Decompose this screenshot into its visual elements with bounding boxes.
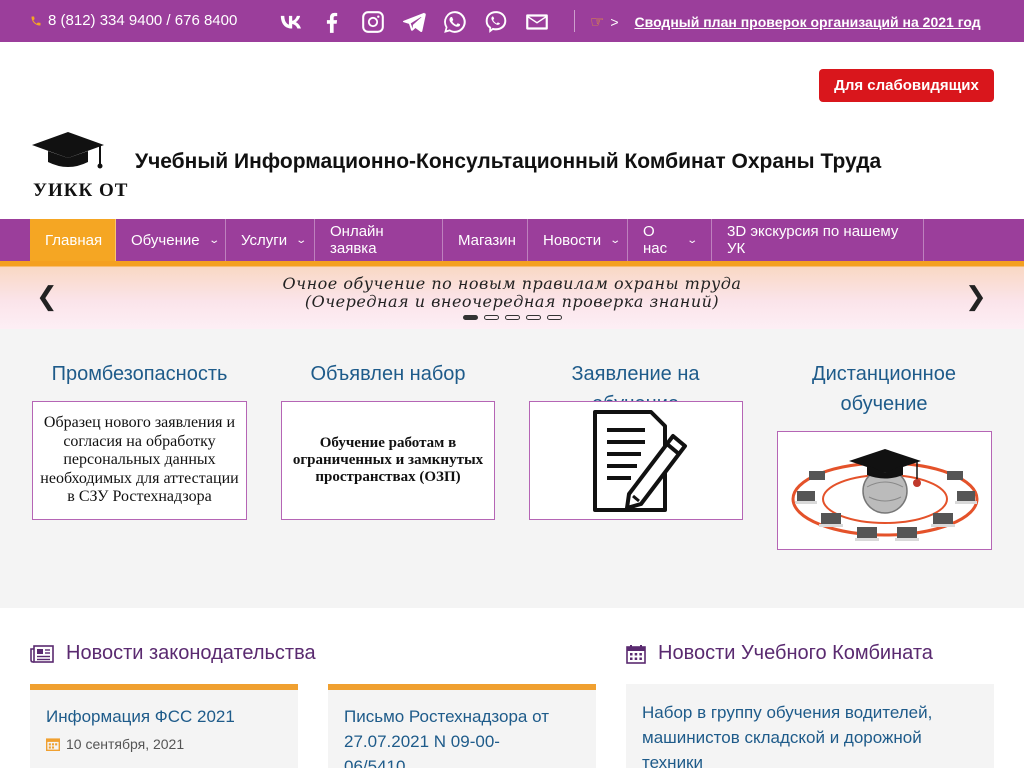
nav-online-request[interactable]: Онлайн заявка xyxy=(315,219,443,261)
newspaper-icon xyxy=(30,644,54,663)
law-news-heading-text: Новости законодательства xyxy=(66,642,316,664)
vk-icon[interactable] xyxy=(277,8,304,35)
slider-dot[interactable] xyxy=(484,315,499,320)
phone-number: 8 (812) 334 9400 / 676 8400 xyxy=(48,12,238,29)
news-title[interactable]: Письмо Ростехнадзора от 27.07.2021 N 09-… xyxy=(344,704,549,768)
news-date: 10 сентября, 2021 xyxy=(46,736,184,752)
hero-slider: ❮ Очное обучение по новым правилам охран… xyxy=(0,261,1024,329)
logo-text: УИКК ОТ xyxy=(33,180,129,201)
law-news-card[interactable]: Письмо Ростехнадзора от 27.07.2021 N 09-… xyxy=(328,684,596,768)
instagram-icon[interactable] xyxy=(359,8,386,35)
feature-card-application[interactable] xyxy=(529,401,743,520)
feature-title-line: Дистанционное xyxy=(812,363,956,385)
plan-block: ☞ > Сводный план проверок организаций на… xyxy=(590,12,981,32)
phone-icon xyxy=(31,16,41,25)
mail-icon[interactable] xyxy=(523,8,550,35)
chevron-down-icon: ⌄ xyxy=(685,234,698,246)
nav-shop[interactable]: Магазин xyxy=(443,219,528,261)
main-nav: Главная Обучение ⌄ Услуги ⌄ Онлайн заявка … xyxy=(0,219,1024,261)
top-bar: 8 (812) 334 9400 / 676 8400 ☞ > Сводный … xyxy=(0,0,1024,42)
uk-news-title[interactable]: Набор в группу обучения водителей, машин… xyxy=(642,700,972,768)
slider-dot[interactable] xyxy=(526,315,541,320)
feature-card-text: Обучение работам в ограниченных и замкну… xyxy=(292,435,484,485)
network-graduation-icon xyxy=(791,448,978,541)
nav-news[interactable]: Новости ⌄ xyxy=(528,219,628,261)
slider-dots xyxy=(463,315,562,320)
feature-title-enrollment[interactable]: Объявлен набор xyxy=(281,359,495,389)
telegram-icon[interactable] xyxy=(400,8,427,35)
nav-label: Онлайн заявка xyxy=(330,223,384,257)
nav-training[interactable]: Обучение ⌄ xyxy=(116,219,226,261)
nav-home[interactable]: Главная xyxy=(30,219,116,261)
chevron-down-icon: ⌄ xyxy=(207,234,220,246)
slider-next-arrow[interactable]: ❯ xyxy=(965,281,987,312)
site-title: Учебный Информационно-Консультационный К… xyxy=(135,150,882,173)
law-news-heading[interactable]: Новости законодательства xyxy=(30,642,316,665)
nav-label: О нас xyxy=(643,223,668,257)
nav-label: Обучение xyxy=(131,231,200,249)
separator xyxy=(574,10,575,32)
nav-label: Главная xyxy=(45,231,103,249)
uk-news-card[interactable]: Набор в группу обучения водителей, машин… xyxy=(626,684,994,768)
chevron-down-icon: ⌄ xyxy=(295,234,308,246)
features-section: Промбезопасность Образец нового заявлени… xyxy=(0,329,1024,608)
slide-line-1: Очное обучение по новым правилам охраны … xyxy=(282,274,742,293)
feature-card-distance-learning[interactable] xyxy=(777,431,992,550)
document-pen-icon xyxy=(593,409,687,512)
feature-card-industrial-safety[interactable]: Образец нового заявления и согласия на о… xyxy=(32,401,247,520)
inspection-plan-link[interactable]: Сводный план проверок организаций на 202… xyxy=(635,14,981,30)
viber-icon[interactable] xyxy=(482,8,509,35)
slide-line-2: (Очередная и внеочередная проверка знани… xyxy=(304,292,720,311)
plan-arrow: > xyxy=(610,14,619,30)
slider-dot[interactable] xyxy=(505,315,520,320)
nav-label: Услуги xyxy=(241,231,288,249)
slide-caption[interactable]: Очное обучение по новым правилам охраны … xyxy=(0,275,1024,311)
calendar-icon xyxy=(626,644,646,664)
nav-label: Новости xyxy=(543,231,602,249)
feature-card-text: Образец нового заявления и согласия на о… xyxy=(40,414,239,506)
pointing-hand-icon: ☞ xyxy=(590,14,605,31)
nav-label: Магазин xyxy=(458,231,516,249)
nav-3d-tour[interactable]: 3D экскурсия по нашему УК xyxy=(712,219,924,261)
nav-services[interactable]: Услуги ⌄ xyxy=(226,219,315,261)
phone-block[interactable]: 8 (812) 334 9400 / 676 8400 xyxy=(30,12,237,29)
nav-about[interactable]: О нас ⌄ xyxy=(628,219,712,261)
news-title-line: Письмо Ростехнадзора от xyxy=(344,707,549,726)
whatsapp-icon[interactable] xyxy=(441,8,468,35)
uk-news-heading-text: Новости Учебного Комбината xyxy=(658,642,933,664)
chevron-down-icon: ⌄ xyxy=(609,234,622,246)
slider-dot[interactable] xyxy=(547,315,562,320)
slider-dot[interactable] xyxy=(463,315,478,320)
uk-news-heading[interactable]: Новости Учебного Комбината xyxy=(626,642,933,665)
feature-card-enrollment[interactable]: Обучение работам в ограниченных и замкну… xyxy=(281,401,495,520)
feature-title-industrial-safety[interactable]: Промбезопасность xyxy=(32,359,247,389)
news-title-line: 27.07.2021 N 09-00- xyxy=(344,732,500,751)
accessibility-button[interactable]: Для слабовидящих xyxy=(819,69,994,102)
feature-title-line: обучение xyxy=(840,393,928,415)
news-title-line: 06/5410 xyxy=(344,757,406,768)
feature-title-distance-learning[interactable]: Дистанционное обучение xyxy=(777,359,991,419)
social-links xyxy=(277,8,550,35)
facebook-icon[interactable] xyxy=(318,8,345,35)
news-date-text: 10 сентября, 2021 xyxy=(66,736,185,752)
law-news-card[interactable]: Информация ФСС 2021 10 сентября, 2021 xyxy=(30,684,298,768)
nav-label: 3D экскурсия по нашему УК xyxy=(727,223,899,257)
calendar-icon xyxy=(46,738,60,751)
news-title[interactable]: Информация ФСС 2021 xyxy=(46,704,235,729)
